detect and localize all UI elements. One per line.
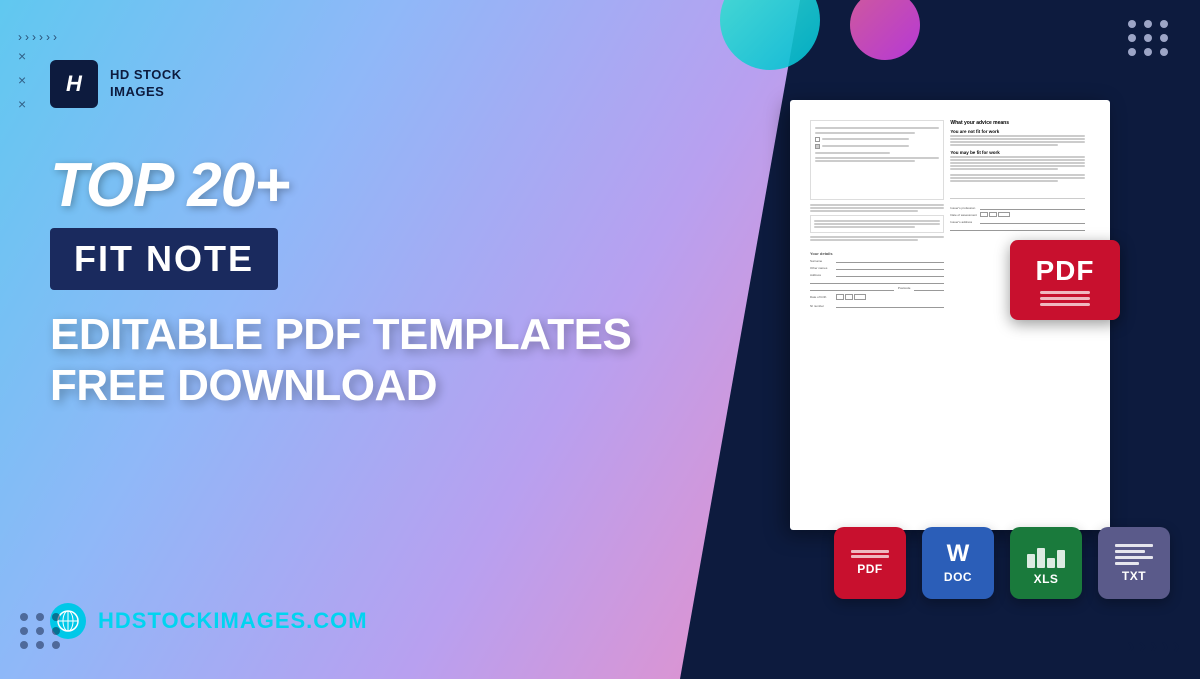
dots-decoration-top-right xyxy=(1128,20,1170,56)
arrow-deco-3: › xyxy=(32,30,36,44)
x-decorations: › › › › › › × × × xyxy=(18,30,57,112)
website-url-area[interactable]: HDSTOCKIMAGES.COM xyxy=(50,603,368,639)
logo-area: H HD STOCK IMAGES xyxy=(50,60,182,108)
website-url-text: HDSTOCKIMAGES.COM xyxy=(98,608,368,634)
arrow-right-4: › xyxy=(1161,633,1168,659)
format-icon-xls[interactable]: XLS xyxy=(1010,527,1082,599)
subtitle-line2: FREE DOWNLOAD xyxy=(50,361,631,412)
txt-icon-lines xyxy=(1115,544,1153,565)
x-mark-2: × xyxy=(18,72,26,88)
arrow-deco-4: › xyxy=(39,30,43,44)
format-icons-row: PDF W DOC XLS TXT xyxy=(834,527,1170,599)
pdf-badge-lines xyxy=(1040,291,1090,306)
xls-icon-label: XLS xyxy=(1034,572,1059,586)
fit-note-text: FIT NOTE xyxy=(74,238,254,279)
pdf-badge: PDF xyxy=(1010,240,1120,320)
x-mark-3: × xyxy=(18,96,26,112)
logo-text: HD STOCK IMAGES xyxy=(110,67,182,101)
doc-icon-label: DOC xyxy=(944,570,972,584)
subtitle-line1: EDITABLE PDF TEMPLATES xyxy=(50,310,631,361)
arrow-right-2: › xyxy=(1139,633,1146,659)
arrow-right-5: › xyxy=(1173,633,1180,659)
arrow-deco-1: › xyxy=(18,30,22,44)
arrow-deco-6: › xyxy=(53,30,57,44)
format-icon-doc[interactable]: W DOC xyxy=(922,527,994,599)
x-mark-1: × xyxy=(18,48,26,64)
fit-note-badge: FIT NOTE xyxy=(50,228,278,290)
pdf-badge-label: PDF xyxy=(1036,255,1095,287)
arrow-right-3: › xyxy=(1150,633,1157,659)
txt-icon-label: TXT xyxy=(1122,569,1146,583)
subtitle: EDITABLE PDF TEMPLATES FREE DOWNLOAD xyxy=(50,310,631,411)
main-heading: TOP 20+ xyxy=(50,150,289,221)
xls-bars xyxy=(1027,540,1065,568)
format-icon-txt[interactable]: TXT xyxy=(1098,527,1170,599)
arrows-decoration-bottom-right: › › › › › xyxy=(1127,633,1180,659)
arrow-deco-2: › xyxy=(25,30,29,44)
format-icon-pdf[interactable]: PDF xyxy=(834,527,906,599)
pdf-icon-lines xyxy=(851,550,889,558)
logo-icon: H xyxy=(50,60,98,108)
dots-decoration-bottom-left xyxy=(20,613,62,649)
arrow-deco-5: › xyxy=(46,30,50,44)
pdf-icon-label: PDF xyxy=(857,562,883,576)
document-preview: Your details Surname Other names Address xyxy=(750,100,1170,540)
doc-w-icon: W xyxy=(947,542,970,566)
arrow-right-1: › xyxy=(1127,633,1134,659)
